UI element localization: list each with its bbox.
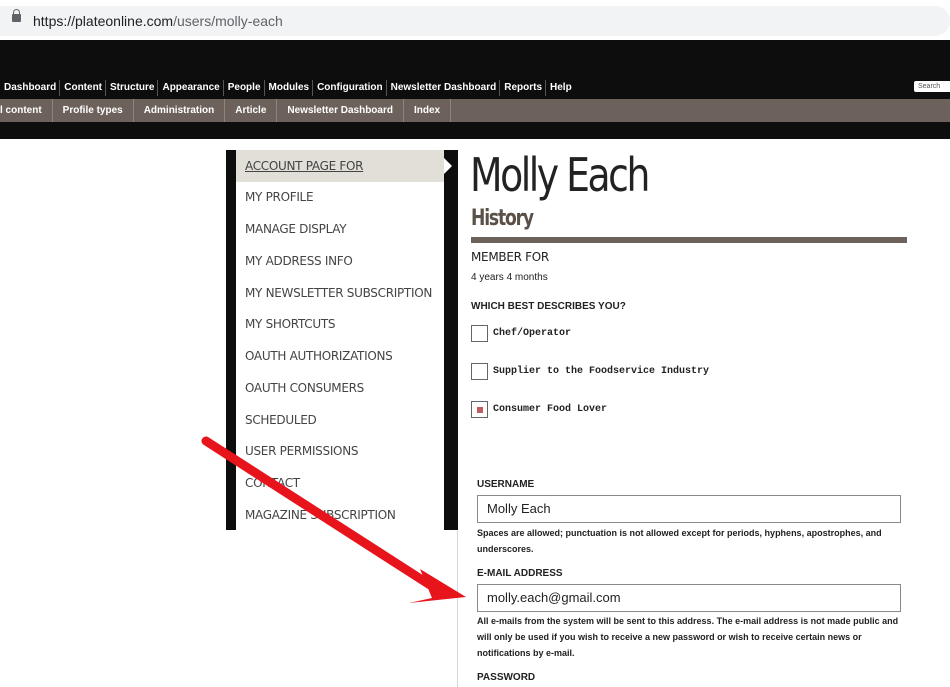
username-label: USERNAME <box>477 479 535 490</box>
nav-oauth-authorizations[interactable]: OAUTH AUTHORIZATIONS <box>236 340 444 372</box>
admin-menu-appearance[interactable]: Appearance <box>157 80 222 96</box>
admin-search-input[interactable]: Search <box>914 81 950 92</box>
admin-menu-configuration[interactable]: Configuration <box>312 80 386 96</box>
nav-magazine-subscription[interactable]: MAGAZINE SUBSCRIPTION <box>236 499 444 531</box>
account-nav: ACCOUNT PAGE FOR MY PROFILE MANAGE DISPL… <box>236 150 444 530</box>
admin-menu-reports[interactable]: Reports <box>499 80 545 96</box>
admin-menu-structure[interactable]: Structure <box>105 80 157 96</box>
username-help: Spaces are allowed; punctuation is not a… <box>477 528 882 554</box>
section-title: History <box>471 206 534 231</box>
email-help: All e-mails from the system will be sent… <box>477 616 899 658</box>
page-title: Molly Each <box>470 148 650 202</box>
admin-menu: Dashboard Content Structure Appearance P… <box>0 80 575 96</box>
nav-my-newsletter-subscription[interactable]: MY NEWSLETTER SUBSCRIPTION <box>236 277 444 309</box>
nav-manage-display[interactable]: MANAGE DISPLAY <box>236 213 444 245</box>
url-path: /users/molly-each <box>173 13 283 29</box>
nav-account-page[interactable]: ACCOUNT PAGE FOR <box>236 150 444 182</box>
member-for-label: MEMBER FOR <box>471 250 549 264</box>
nav-oauth-consumers[interactable]: OAUTH CONSUMERS <box>236 372 444 404</box>
checkbox[interactable] <box>471 325 488 342</box>
nav-scheduled[interactable]: SCHEDULED <box>236 404 444 436</box>
password-label: PASSWORD <box>477 672 536 683</box>
admin-menu-dashboard[interactable]: Dashboard <box>0 80 59 96</box>
account-sidebar: ACCOUNT PAGE FOR MY PROFILE MANAGE DISPL… <box>226 150 458 530</box>
shortcut-article[interactable]: Article <box>225 99 278 122</box>
checkbox-checked[interactable] <box>471 401 488 418</box>
option-label: Chef/Operator <box>493 328 572 339</box>
member-for-value: 4 years 4 months <box>471 272 548 283</box>
shortcut-profile-types[interactable]: Profile types <box>53 99 134 122</box>
admin-menu-newsletter-dashboard[interactable]: Newsletter Dashboard <box>385 80 500 96</box>
shortcut-newsletter-dashboard[interactable]: Newsletter Dashboard <box>277 99 404 122</box>
admin-menu-content[interactable]: Content <box>59 80 105 96</box>
checkbox[interactable] <box>471 363 488 380</box>
shortcut-administration[interactable]: Administration <box>134 99 226 122</box>
option-label: Consumer Food Lover <box>493 404 608 415</box>
nav-my-profile[interactable]: MY PROFILE <box>236 181 444 213</box>
admin-menu-help[interactable]: Help <box>545 80 575 96</box>
nav-contact[interactable]: CONTACT <box>236 467 444 499</box>
email-label: E-MAIL ADDRESS <box>477 568 563 579</box>
nav-my-shortcuts[interactable]: MY SHORTCUTS <box>236 308 444 340</box>
describe-question: WHICH BEST DESCRIBES YOU? <box>471 301 626 312</box>
url-host: https://plateonline.com <box>33 13 174 29</box>
email-input[interactable]: molly.each@gmail.com <box>477 584 901 612</box>
section-divider <box>471 237 907 243</box>
shortcut-bar: l content Profile types Administration A… <box>0 99 950 122</box>
shortcut-index[interactable]: Index <box>404 99 452 122</box>
active-pointer-icon <box>444 158 452 174</box>
lock-icon[interactable] <box>12 9 21 22</box>
browser-address-bar[interactable]: https://plateonline.com/users/molly-each <box>0 0 950 40</box>
nav-user-permissions[interactable]: USER PERMISSIONS <box>236 435 444 467</box>
url-text[interactable]: https://plateonline.com/users/molly-each <box>33 13 283 29</box>
option-label: Supplier to the Foodservice Industry <box>493 366 710 377</box>
shortcut-add-content[interactable]: l content <box>0 99 53 122</box>
admin-menu-people[interactable]: People <box>222 80 264 96</box>
username-input[interactable]: Molly Each <box>477 495 901 523</box>
nav-my-address-info[interactable]: MY ADDRESS INFO <box>236 245 444 277</box>
admin-menu-modules[interactable]: Modules <box>263 80 313 96</box>
column-divider <box>457 531 458 687</box>
